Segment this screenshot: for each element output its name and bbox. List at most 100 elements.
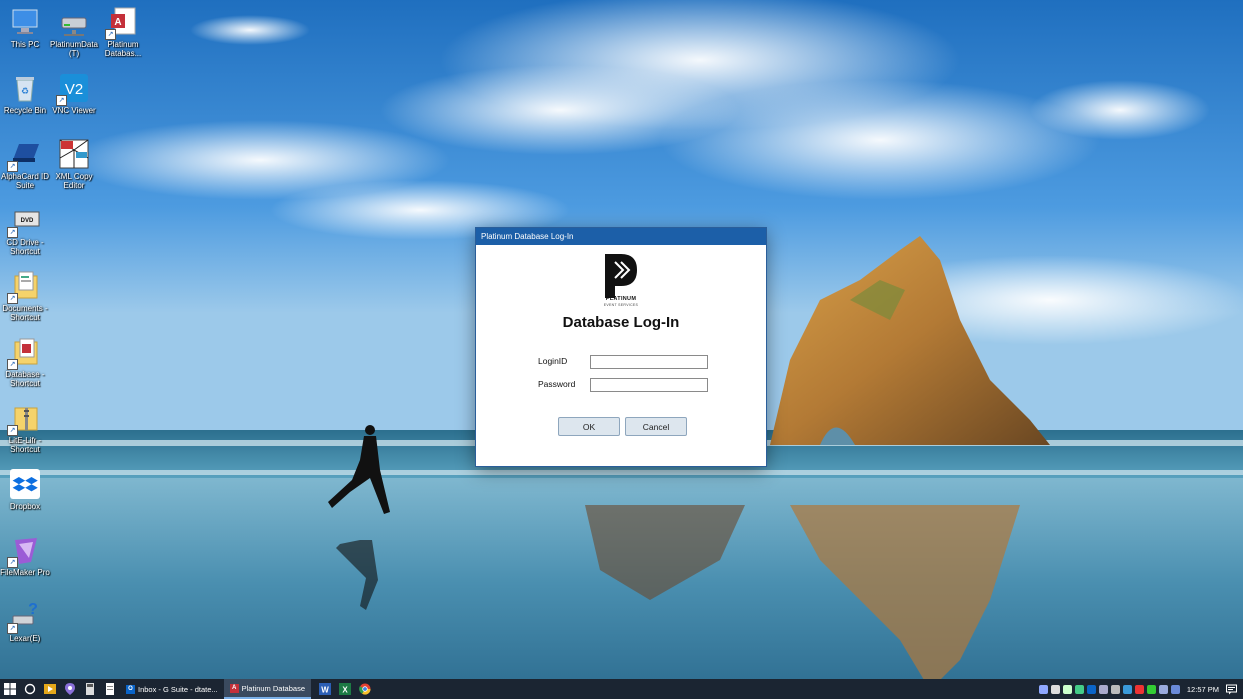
svg-text:?: ? (28, 601, 38, 618)
tray-network-share-icon[interactable] (1050, 684, 1060, 694)
taskbar-pin-maps[interactable] (60, 679, 80, 699)
tray-vnc-icon[interactable] (1038, 684, 1048, 694)
tray-vpn-icon[interactable] (1122, 684, 1132, 694)
database-folder-icon: ↗ (7, 336, 41, 370)
shortcut-arrow-icon: ↗ (7, 359, 18, 370)
desktop-icon-label: Database - Shortcut (5, 370, 45, 388)
desktop-icon-label: FileMaker Pro (0, 568, 50, 577)
tray-device-icon[interactable] (1062, 684, 1072, 694)
dropbox-icon (9, 468, 41, 500)
taskbar-pin-chrome[interactable] (355, 679, 375, 699)
search-button[interactable] (20, 679, 40, 699)
desktop-icon-label: CD Drive - Shortcut (6, 238, 44, 256)
notifications-icon[interactable] (1226, 684, 1237, 695)
chrome-icon (359, 683, 371, 695)
xml-editor-icon (58, 138, 90, 170)
password-input[interactable] (590, 378, 708, 392)
outlook-icon: O (126, 684, 135, 694)
desktop-icon-vnc-viewer[interactable]: V2 ↗ VNC Viewer (49, 72, 99, 115)
windows-logo-icon (4, 683, 16, 695)
taskbar-pin-calculator[interactable] (80, 679, 100, 699)
taskbar-app-outlook[interactable]: O Inbox - G Suite - dtate... (120, 679, 224, 699)
taskbar-app-platinum-database[interactable]: A Platinum Database (223, 679, 311, 699)
id-card-icon: ↗ (7, 138, 41, 172)
logo-tagline: EVENT SERVICES (603, 303, 639, 307)
desktop-icon-platinumdata-drive[interactable]: PlatinumData (T) (49, 6, 99, 58)
shortcut-arrow-icon: ↗ (56, 95, 67, 106)
tray-outlook-icon[interactable] (1086, 684, 1096, 694)
desktop-icon-this-pc[interactable]: This PC (0, 6, 50, 49)
desktop-icon-lite-lifr[interactable]: ↗ LitE-Lifr - Shortcut (0, 402, 50, 454)
tray-dropbox-icon[interactable] (1158, 684, 1168, 694)
shortcut-arrow-icon: ↗ (7, 425, 18, 436)
svg-text:W: W (321, 686, 329, 695)
tray-volume-icon[interactable] (1110, 684, 1120, 694)
tray-sync-icon[interactable] (1074, 684, 1084, 694)
login-id-label: LoginID (538, 356, 568, 366)
excel-icon: X (339, 683, 351, 695)
svg-text:X: X (342, 686, 348, 695)
desktop-icon-alphacard[interactable]: ↗ AlphaCard ID Suite (0, 138, 50, 190)
login-dialog: Platinum Database Log-In PLATINUM EVENT … (476, 228, 766, 466)
desktop-icon-label: Dropbox (9, 502, 41, 511)
desktop-icon-filemaker-pro[interactable]: ↗ FileMaker Pro (0, 534, 50, 577)
media-player-icon (44, 684, 56, 694)
shortcut-arrow-icon: ↗ (7, 161, 18, 172)
svg-text:V2: V2 (65, 81, 83, 98)
taskbar-pin-word[interactable]: W (315, 679, 335, 699)
tray-security-icon[interactable] (1146, 684, 1156, 694)
desktop-icon-label: Recycle Bin (3, 106, 47, 115)
shortcut-arrow-icon: ↗ (7, 227, 18, 238)
word-icon: W (319, 683, 331, 695)
desktop-icon-label: Lexar(E) (9, 634, 41, 643)
taskbar-pin-media[interactable] (40, 679, 60, 699)
tray-keyboard-icon[interactable] (1170, 684, 1180, 694)
ok-button[interactable]: OK (558, 417, 620, 436)
vnc-viewer-icon: V2 ↗ (56, 72, 90, 106)
dialog-heading: Database Log-In (562, 314, 680, 331)
monitor-icon (9, 6, 41, 38)
system-tray: 12:57 PM (1038, 679, 1243, 699)
cancel-button[interactable]: Cancel (625, 417, 687, 436)
desktop-icon-dropbox[interactable]: Dropbox (0, 468, 50, 511)
desktop-icon-recycle-bin[interactable]: ♻ Recycle Bin (0, 72, 50, 115)
desktop-icon-label: This PC (10, 40, 40, 49)
shortcut-arrow-icon: ↗ (7, 293, 18, 304)
desktop-icon-lexar[interactable]: ? ↗ Lexar(E) (0, 600, 50, 643)
desktop-icon-label: PlatinumData (T) (49, 40, 99, 58)
tray-alert-icon[interactable] (1134, 684, 1144, 694)
shortcut-arrow-icon: ↗ (7, 623, 18, 634)
desktop-icon-label: LitE-Lifr - Shortcut (8, 436, 42, 454)
desktop-icon-platinum-database[interactable]: A ↗ Platinum Databas... (98, 6, 148, 58)
svg-text:A: A (114, 17, 121, 28)
documents-folder-icon: ↗ (7, 270, 41, 304)
desktop-icon-cd-drive[interactable]: DVD ↗ CD Drive - Shortcut (0, 204, 50, 256)
location-pin-icon (65, 683, 75, 695)
calculator-icon (86, 683, 94, 695)
desktop-icon-xml-copy-editor[interactable]: XML Copy Editor (49, 138, 99, 190)
taskbar-pin-notepad[interactable] (100, 679, 120, 699)
removable-drive-icon: ? ↗ (7, 600, 41, 634)
taskbar-app-label: Platinum Database (241, 683, 305, 693)
shortcut-arrow-icon: ↗ (105, 29, 116, 40)
taskbar-clock[interactable]: 12:57 PM (1187, 685, 1219, 694)
document-icon (106, 683, 114, 695)
tray-display-icon[interactable] (1098, 684, 1108, 694)
svg-text:DVD: DVD (21, 218, 34, 224)
desktop-icon-documents[interactable]: ↗ Documents - Shortcut (0, 270, 50, 322)
dialog-titlebar[interactable]: Platinum Database Log-In (476, 228, 766, 245)
recycle-bin-icon: ♻ (9, 72, 41, 104)
logo-name: PLATINUM (605, 296, 637, 302)
access-icon: A (229, 683, 239, 693)
start-button[interactable] (0, 679, 20, 699)
desktop-icon-label: VNC Viewer (52, 106, 96, 115)
desktop-icon-database-shortcut[interactable]: ↗ Database - Shortcut (0, 336, 50, 388)
desktop-icon-label: Platinum Databas... (104, 40, 142, 58)
taskbar-pin-excel[interactable]: X (335, 679, 355, 699)
desktop-icon-label: AlphaCard ID Suite (0, 172, 50, 190)
shortcut-arrow-icon: ↗ (7, 557, 18, 568)
password-label: Password (538, 379, 576, 389)
login-id-input[interactable] (590, 355, 708, 369)
dvd-drive-icon: DVD ↗ (7, 204, 41, 238)
taskbar: O Inbox - G Suite - dtate... A Platinum … (0, 679, 1243, 699)
